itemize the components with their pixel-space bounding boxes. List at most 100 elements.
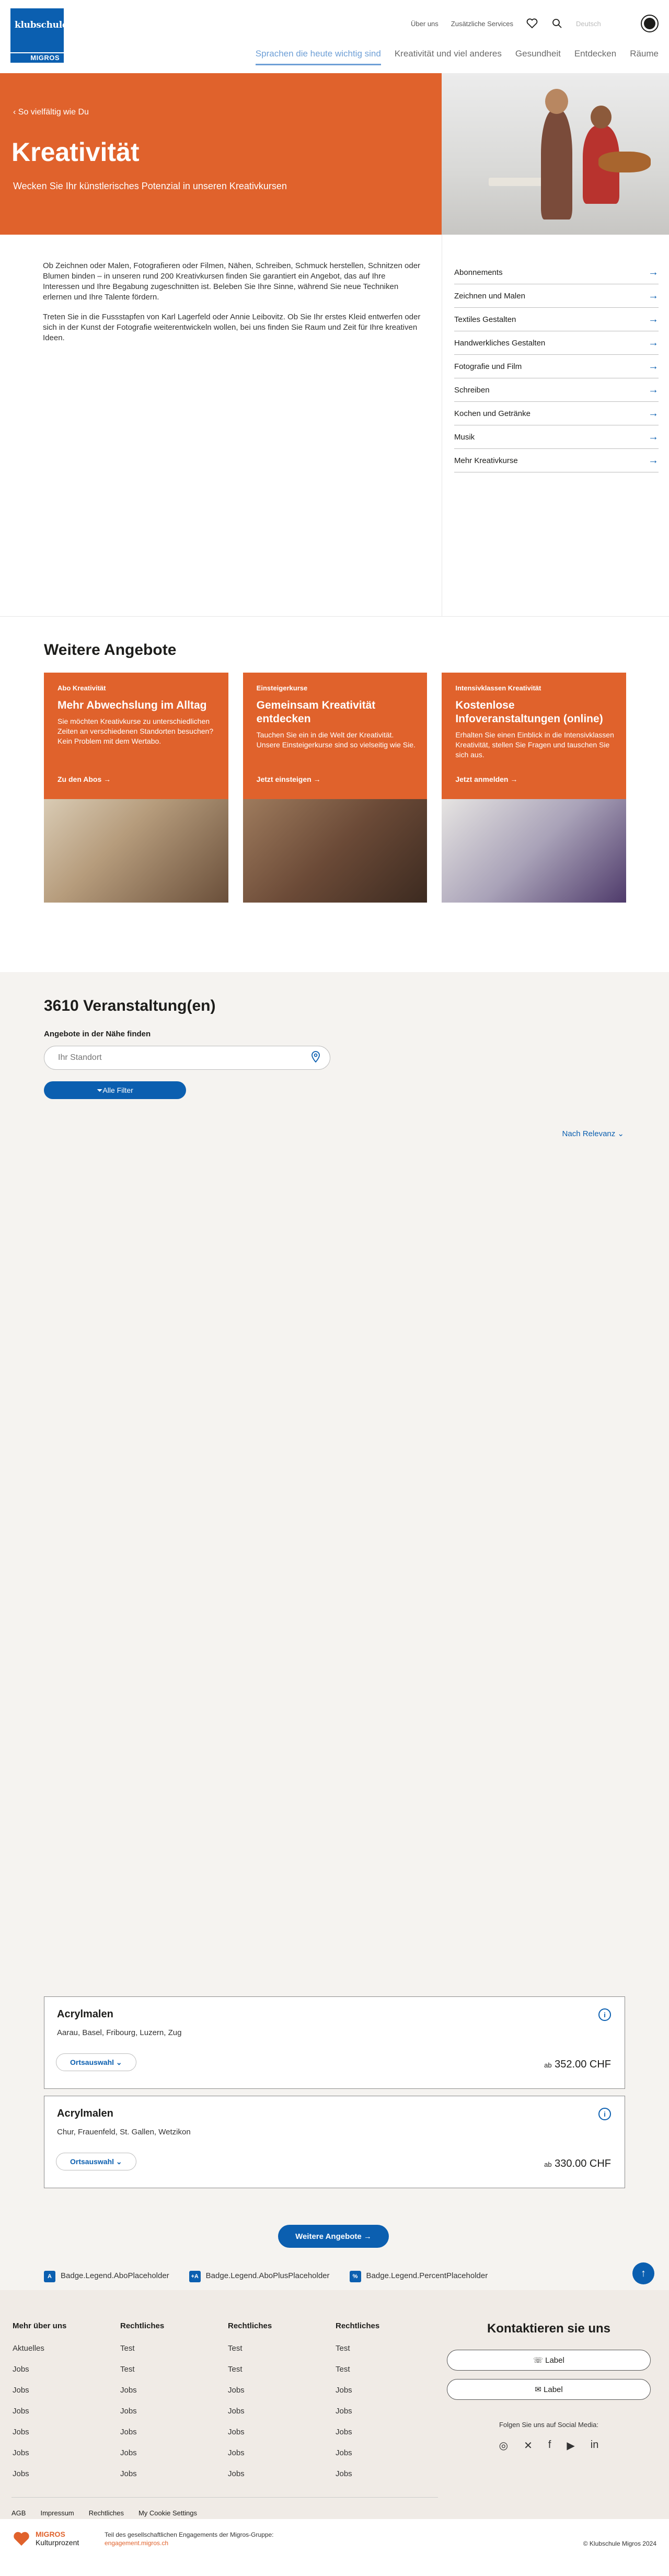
footer-link[interactable]: Test [336, 2365, 435, 2374]
search-icon[interactable] [551, 17, 563, 30]
sidebar-item-zeichnen[interactable]: Zeichnen und Malen → [454, 284, 659, 308]
sidebar-item-mehr[interactable]: Mehr Kreativkurse → [454, 449, 659, 472]
about-link[interactable]: Über uns [411, 20, 439, 28]
footer-link[interactable]: Jobs [228, 2386, 327, 2395]
location-select-button[interactable]: Ortsauswahl ⌄ [56, 2053, 136, 2071]
location-input[interactable] [58, 1053, 293, 1062]
heart-icon[interactable] [526, 17, 538, 30]
footer-link[interactable]: Test [120, 2365, 220, 2374]
kulturprozent-logo[interactable]: MIGROS Kulturprozent [13, 2529, 79, 2547]
footer-link[interactable]: Jobs [120, 2448, 220, 2457]
services-link[interactable]: Zusätzliche Services [451, 20, 513, 28]
cookie-settings-link[interactable]: My Cookie Settings [139, 2509, 197, 2517]
location-select-button[interactable]: Ortsauswahl ⌄ [56, 2153, 136, 2170]
footer-link[interactable]: Aktuelles [13, 2344, 112, 2353]
info-icon[interactable]: i [598, 2008, 611, 2021]
sidebar-item-musik[interactable]: Musik → [454, 425, 659, 449]
footer-link[interactable]: Jobs [13, 2407, 112, 2416]
footer-column-heading: Rechtliches [228, 2321, 272, 2330]
logo-migros: MIGROS [30, 54, 60, 62]
card-link[interactable]: Zu den Abos → [57, 775, 111, 783]
language-select[interactable]: Deutsch [576, 20, 628, 28]
nav-item-kreativitaet[interactable]: Kreativität und viel anderes [395, 49, 502, 65]
footer-link[interactable]: Test [228, 2365, 327, 2374]
card-link[interactable]: Jetzt einsteigen → [257, 775, 321, 783]
nav-item-sprachen[interactable]: Sprachen die heute wichtig sind [255, 49, 381, 65]
footer-link[interactable]: Jobs [228, 2469, 327, 2478]
footer-link[interactable]: Jobs [120, 2469, 220, 2478]
sort-select[interactable]: Nach Relevanz ⌄ [562, 1129, 624, 1138]
logo-text: klubschule [15, 20, 68, 30]
footer-link[interactable]: Jobs [336, 2469, 435, 2478]
legend-label: Badge.Legend.AboPlaceholder [61, 2271, 169, 2280]
arrow-right-icon: → [361, 2232, 372, 2241]
offer-card-abo[interactable]: Abo Kreativität Mehr Abwechslung im Allt… [44, 673, 228, 903]
footer-link[interactable]: Jobs [228, 2448, 327, 2457]
mail-button[interactable]: ✉ Label [447, 2379, 651, 2400]
social-label: Folgen Sie uns auf Social Media: [499, 2421, 599, 2429]
footer-link[interactable]: Jobs [336, 2448, 435, 2457]
footer-link[interactable]: Jobs [13, 2428, 112, 2436]
kulturprozent-heart-icon [14, 2532, 29, 2546]
card-description: Tauchen Sie ein in die Welt der Kreativi… [256, 731, 416, 749]
nav-item-raeume[interactable]: Räume [630, 49, 659, 65]
footer-link[interactable]: Test [228, 2344, 327, 2353]
sidebar-item-handwerk[interactable]: Handwerkliches Gestalten → [454, 331, 659, 355]
sidebar-item-schreiben[interactable]: Schreiben → [454, 378, 659, 402]
footer-link[interactable]: Test [120, 2344, 220, 2353]
all-filters-button[interactable]: ⏷ Alle Filter [44, 1081, 186, 1099]
x-icon[interactable]: ✕ [524, 2439, 533, 2452]
course-title: Acrylmalen [57, 2108, 113, 2119]
hero-banner: ‹ So vielfältig wie Du Kreativität Wecke… [0, 73, 669, 235]
nav-item-entdecken[interactable]: Entdecken [574, 49, 616, 65]
back-link[interactable]: ‹ So vielfältig wie Du [13, 108, 89, 117]
offer-card-einsteiger[interactable]: Einsteigerkurse Gemeinsam Kreativität en… [243, 673, 428, 903]
location-select-label: Ortsauswahl [70, 2058, 114, 2066]
offers-heading: Weitere Angebote [44, 641, 177, 659]
kulturprozent-text: Teil des gesellschaftlichen Engagements … [105, 2531, 274, 2547]
footer-link[interactable]: Jobs [13, 2448, 112, 2457]
more-offers-button[interactable]: Weitere Angebote → [278, 2225, 389, 2248]
impressum-link[interactable]: Impressum [40, 2509, 74, 2517]
engagement-link[interactable]: engagement.migros.ch [105, 2539, 168, 2547]
nav-item-gesundheit[interactable]: Gesundheit [515, 49, 561, 65]
card-tag: Einsteigerkurse [256, 684, 308, 692]
klubschule-logo[interactable]: klubschule MIGROS [10, 8, 68, 63]
location-pin-icon[interactable] [311, 1050, 320, 1065]
offer-card-intensiv[interactable]: Intensivklassen Kreativität Kostenlose I… [442, 673, 627, 903]
footer-link[interactable]: Jobs [228, 2428, 327, 2436]
footer-link[interactable]: Jobs [13, 2386, 112, 2395]
course-price: ab 352.00 CHF [544, 2059, 611, 2071]
arrow-right-icon: → [648, 360, 659, 372]
instagram-icon[interactable]: ◎ [499, 2439, 508, 2452]
account-avatar[interactable] [641, 15, 659, 32]
chevron-down-icon: ⌄ [114, 2157, 122, 2166]
scroll-to-top-button[interactable]: ↑ [632, 2262, 654, 2284]
youtube-icon[interactable]: ▶ [567, 2439, 574, 2452]
sidebar-item-textiles[interactable]: Textiles Gestalten → [454, 308, 659, 331]
footer-link[interactable]: Jobs [13, 2469, 112, 2478]
linkedin-icon[interactable]: in [591, 2439, 599, 2452]
agb-link[interactable]: AGB [11, 2509, 26, 2517]
sidebar-item-abonnements[interactable]: Abonnements → [454, 261, 659, 284]
filter-icon: ⏷ [97, 1085, 103, 1094]
card-link[interactable]: Jetzt anmelden → [455, 775, 517, 783]
sidebar-item-fotografie[interactable]: Fotografie und Film → [454, 355, 659, 378]
footer-link[interactable]: Jobs [336, 2386, 435, 2395]
sidebar-item-kochen[interactable]: Kochen und Getränke → [454, 402, 659, 425]
rechtliches-link[interactable]: Rechtliches [89, 2509, 124, 2517]
footer-link[interactable]: Jobs [120, 2386, 220, 2395]
footer-link[interactable]: Jobs [13, 2365, 112, 2374]
footer-link[interactable]: Jobs [120, 2428, 220, 2436]
footer-link[interactable]: Jobs [336, 2407, 435, 2416]
course-card[interactable]: Acrylmalen Aarau, Basel, Fribourg, Luzer… [44, 1996, 625, 2089]
nearby-label: Angebote in der Nähe finden [44, 1030, 151, 1038]
footer-link[interactable]: Jobs [336, 2428, 435, 2436]
facebook-icon[interactable]: f [548, 2439, 551, 2452]
course-card[interactable]: Acrylmalen Chur, Frauenfeld, St. Gallen,… [44, 2096, 625, 2188]
footer-link[interactable]: Jobs [120, 2407, 220, 2416]
phone-button[interactable]: ☏ Label [447, 2350, 651, 2371]
footer-link[interactable]: Test [336, 2344, 435, 2353]
footer-link[interactable]: Jobs [228, 2407, 327, 2416]
info-icon[interactable]: i [598, 2108, 611, 2120]
